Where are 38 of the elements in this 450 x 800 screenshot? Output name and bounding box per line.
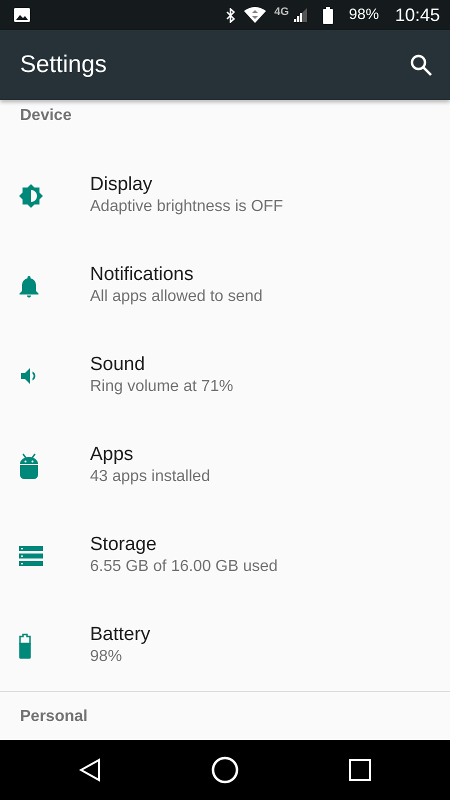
settings-item[interactable]: Battery 98% <box>0 601 450 691</box>
clock: 10:45 <box>394 4 440 26</box>
wifi-icon <box>244 7 266 23</box>
item-title: Sound <box>90 354 146 377</box>
item-title: Battery <box>90 624 150 647</box>
section-header: Personal <box>19 707 89 727</box>
battery-percent: 98% <box>348 4 379 25</box>
settings-item[interactable]: Sound Ring volume at 71% <box>0 331 450 421</box>
robot-icon <box>18 452 40 480</box>
item-title: Storage <box>90 534 158 557</box>
settings-item[interactable]: Display Adaptive brightness is OFF <box>0 151 450 241</box>
bell-icon <box>18 274 40 298</box>
item-title: Notifications <box>90 264 194 287</box>
brightness-icon <box>18 183 44 209</box>
network-label: 4G <box>274 5 289 20</box>
item-subtitle: 6.55 GB of 16.00 GB used <box>90 557 278 577</box>
storage-icon <box>18 545 44 567</box>
toolbar-title: Settings <box>20 50 107 80</box>
search-button[interactable] <box>410 54 432 76</box>
item-subtitle: All apps allowed to send <box>90 287 263 307</box>
battery-icon <box>18 633 32 659</box>
bluetooth-icon <box>226 8 236 22</box>
item-subtitle: 43 apps installed <box>90 467 210 487</box>
signal-icon <box>292 8 307 22</box>
item-title: Apps <box>90 444 134 467</box>
battery-icon <box>322 6 333 24</box>
settings-item[interactable]: Notifications All apps allowed to send <box>0 241 450 331</box>
item-subtitle: 98% <box>90 647 124 667</box>
item-subtitle: Adaptive brightness is OFF <box>90 197 283 217</box>
section-header: Device <box>19 106 73 126</box>
picture-icon <box>14 8 30 22</box>
back-button[interactable] <box>79 758 101 782</box>
home-button[interactable] <box>211 756 239 784</box>
settings-item[interactable]: Apps 43 apps installed <box>0 421 450 511</box>
settings-item[interactable]: Storage 6.55 GB of 16.00 GB used <box>0 511 450 601</box>
recents-button[interactable] <box>349 759 371 781</box>
item-title: Display <box>90 174 154 197</box>
item-subtitle: Ring volume at 71% <box>90 377 234 397</box>
